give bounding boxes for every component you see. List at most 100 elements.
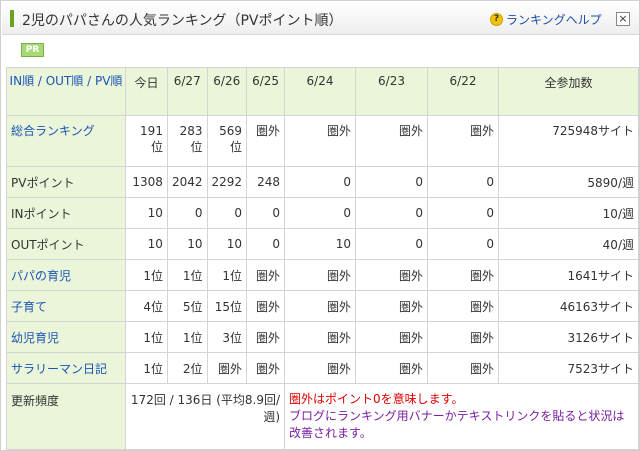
row-label-link[interactable]: 幼児育児 <box>6 321 126 353</box>
table-cell: 圏外 <box>284 259 357 291</box>
table-cell: 0 <box>246 228 286 260</box>
table-row: OUTポイント 10 10 10 0 10 0 0 40/週 <box>6 228 640 260</box>
table-cell: 0 <box>206 197 248 229</box>
col-header: 6/25 <box>246 67 286 116</box>
table-cell: 3126サイト <box>497 321 640 353</box>
table-cell: 圏外 <box>284 352 357 384</box>
table-cell: 46163サイト <box>497 290 640 322</box>
table-cell: 圏外 <box>355 115 428 167</box>
table-cell: 283位 <box>166 115 208 167</box>
ranking-panel: 2児のパパさんの人気ランキング（PVポイント順） ? ランキングヘルプ × PR… <box>0 0 640 451</box>
table-cell: 5位 <box>166 290 208 322</box>
table-cell: 1位 <box>124 259 168 291</box>
table-row: 子育て 4位 5位 15位 圏外 圏外 圏外 圏外 46163サイト <box>6 290 640 322</box>
table-row: パパの育児 1位 1位 1位 圏外 圏外 圏外 圏外 1641サイト <box>6 259 640 291</box>
table-cell: 10 <box>124 197 168 229</box>
table-cell: 0 <box>355 228 428 260</box>
update-frequency-label: 更新頻度 <box>6 383 126 450</box>
row-label: INポイント <box>6 197 126 229</box>
table-cell: 1641サイト <box>497 259 640 291</box>
table-cell: 0 <box>427 228 499 260</box>
table-cell: 0 <box>284 197 357 229</box>
table-row: 総合ランキング 191位 283位 569位 圏外 圏外 圏外 圏外 72594… <box>6 115 640 167</box>
table-row: サラリーマン日記 1位 2位 圏外 圏外 圏外 圏外 圏外 7523サイト <box>6 352 640 384</box>
update-note: 圏外はポイント0を意味します。 ブログにランキング用バナーかテキストリンクを貼る… <box>284 383 639 450</box>
sort-order-header[interactable]: IN順 / OUT順 / PV順 <box>6 67 126 116</box>
table-cell: 圏外 <box>246 259 286 291</box>
table-cell: 2042 <box>166 166 208 198</box>
table-cell: 圏外 <box>246 352 286 384</box>
close-icon[interactable]: × <box>616 12 630 26</box>
table-cell: 5890/週 <box>497 166 640 198</box>
row-label: PVポイント <box>6 166 126 198</box>
table-cell: 圏外 <box>206 352 248 384</box>
col-header: 6/23 <box>355 67 428 116</box>
col-header: 6/22 <box>427 67 499 116</box>
out-of-rank-note: 圏外はポイント0を意味します。 <box>289 392 464 406</box>
help-icon: ? <box>490 12 503 26</box>
table-cell: 10 <box>284 228 357 260</box>
table-cell: 0 <box>284 166 357 198</box>
update-frequency-value: 172回 / 136日 (平均8.9回/週) <box>124 383 286 450</box>
col-header: 今日 <box>124 67 168 116</box>
table-row: INポイント 10 0 0 0 0 0 0 10/週 <box>6 197 640 229</box>
table-cell: 圏外 <box>246 321 286 353</box>
ranking-table: IN順 / OUT順 / PV順 今日 6/27 6/26 6/25 6/24 … <box>6 67 640 450</box>
table-cell: 0 <box>427 197 499 229</box>
table-cell: 725948サイト <box>497 115 640 167</box>
table-cell: 1位 <box>166 321 208 353</box>
header-row: IN順 / OUT順 / PV順 今日 6/27 6/26 6/25 6/24 … <box>6 67 640 116</box>
row-label: OUTポイント <box>6 228 126 260</box>
table-cell: 10 <box>124 228 168 260</box>
table-row: PVポイント 1308 2042 2292 248 0 0 0 5890/週 <box>6 166 640 198</box>
table-cell: 圏外 <box>427 290 499 322</box>
table-cell: 10 <box>206 228 248 260</box>
table-cell: 2位 <box>166 352 208 384</box>
table-cell: 圏外 <box>427 115 499 167</box>
row-label-link[interactable]: パパの育児 <box>6 259 126 291</box>
table-cell: 圏外 <box>284 290 357 322</box>
table-cell: 圏外 <box>427 352 499 384</box>
table-cell: 3位 <box>206 321 248 353</box>
table-cell: 0 <box>246 197 286 229</box>
table-cell: 圏外 <box>427 321 499 353</box>
table-cell: 40/週 <box>497 228 640 260</box>
accent-bar <box>10 10 14 27</box>
row-label-link[interactable]: 総合ランキング <box>6 115 126 167</box>
table-cell: 圏外 <box>284 321 357 353</box>
table-cell: 569位 <box>206 115 248 167</box>
table-cell: 圏外 <box>355 290 428 322</box>
col-header: 6/26 <box>206 67 248 116</box>
table-cell: 圏外 <box>355 352 428 384</box>
table-cell: 1位 <box>124 352 168 384</box>
panel-title: 2児のパパさんの人気ランキング（PVポイント順） <box>22 13 343 29</box>
banner-advice-note: ブログにランキング用バナーかテキストリンクを貼ると状況は改善されます。 <box>289 409 625 440</box>
row-label-link[interactable]: サラリーマン日記 <box>6 352 126 384</box>
ranking-help-link[interactable]: ? ランキングヘルプ <box>490 11 602 27</box>
col-header: 6/27 <box>166 67 208 116</box>
col-header: 6/24 <box>284 67 357 116</box>
row-label-link[interactable]: 子育て <box>6 290 126 322</box>
table-cell: 10/週 <box>497 197 640 229</box>
table-cell: 0 <box>355 197 428 229</box>
panel-header: 2児のパパさんの人気ランキング（PVポイント順） ? ランキングヘルプ × <box>2 2 639 35</box>
table-cell: 15位 <box>206 290 248 322</box>
col-header: 全参加数 <box>497 67 640 116</box>
table-cell: 圏外 <box>427 259 499 291</box>
table-cell: 0 <box>355 166 428 198</box>
table-cell: 7523サイト <box>497 352 640 384</box>
table-cell: 圏外 <box>246 115 286 167</box>
ranking-help-label: ランキングヘルプ <box>506 12 602 27</box>
update-frequency-row: 更新頻度 172回 / 136日 (平均8.9回/週) 圏外はポイント0を意味し… <box>6 383 639 450</box>
table-cell: 191位 <box>124 115 168 167</box>
table-cell: 圏外 <box>246 290 286 322</box>
table-cell: 圏外 <box>284 115 357 167</box>
table-cell: 248 <box>246 166 286 198</box>
table-cell: 10 <box>166 228 208 260</box>
table-cell: 圏外 <box>355 259 428 291</box>
table-row: 幼児育児 1位 1位 3位 圏外 圏外 圏外 圏外 3126サイト <box>6 321 640 353</box>
table-cell: 圏外 <box>355 321 428 353</box>
table-cell: 1位 <box>166 259 208 291</box>
table-cell: 1位 <box>206 259 248 291</box>
pr-badge: PR <box>21 43 44 57</box>
